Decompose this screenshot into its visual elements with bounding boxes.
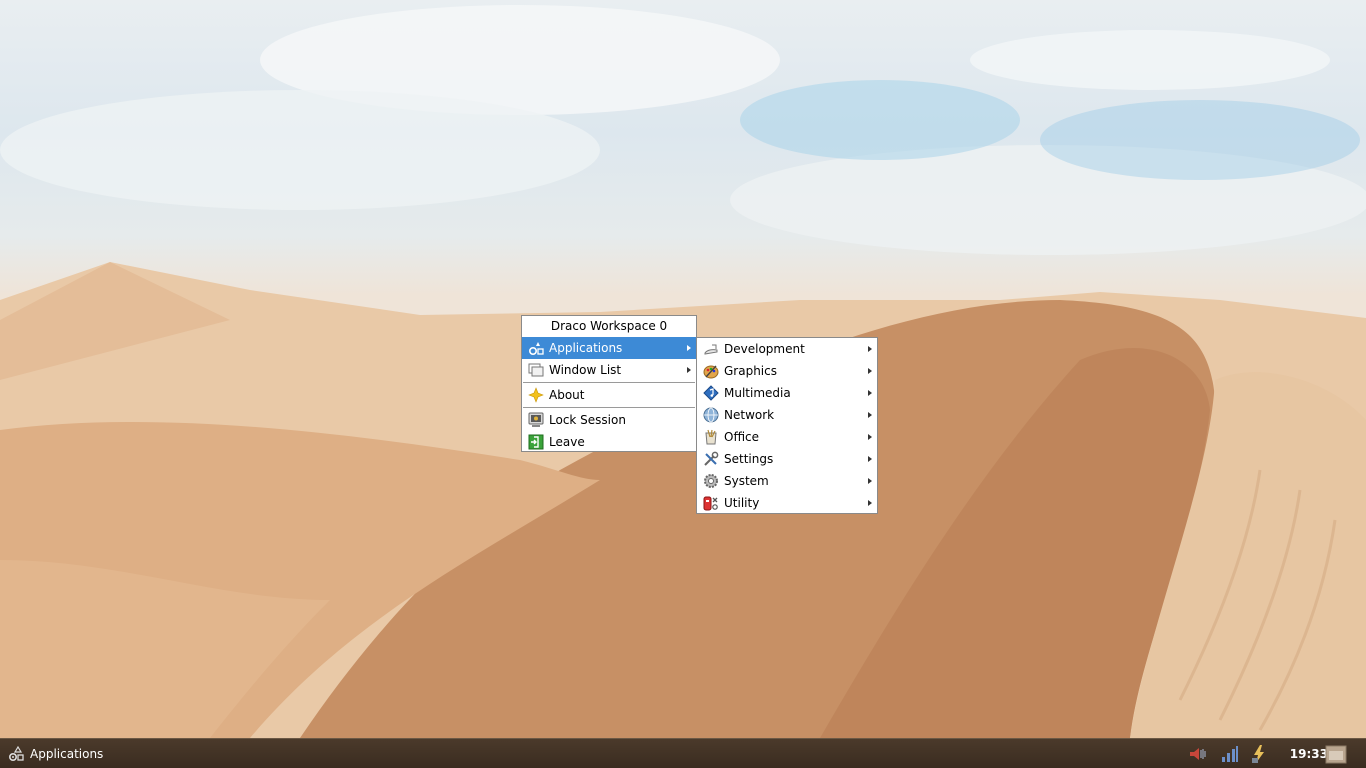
submenu-arrow-icon [868,346,872,352]
menu-item-multimedia[interactable]: Multimedia [697,382,877,404]
menu-separator [523,382,695,383]
menu-item-development[interactable]: Development [697,338,877,360]
menu-item-label: Office [724,430,760,444]
menu-item-label: Graphics [724,364,777,378]
submenu-arrow-icon [868,368,872,374]
utility-icon [703,496,718,511]
menu-item-label: Network [724,408,775,422]
submenu-arrow-icon [868,434,872,440]
settings-icon [704,451,719,466]
submenu-arrow-icon [868,500,872,506]
menu-item-office[interactable]: Office [697,426,877,448]
menu-item-window-list[interactable]: Window List [522,359,696,381]
menu-item-label: Development [724,342,805,356]
development-icon [704,344,718,355]
leave-icon [528,434,544,450]
submenu-arrow-icon [687,345,691,351]
applications-menu-button[interactable]: Applications [6,744,103,764]
about-star-icon [528,387,544,403]
submenu-arrow-icon [868,478,872,484]
graphics-icon [703,365,719,379]
menu-item-utility[interactable]: Utility [697,492,877,514]
menu-item-network[interactable]: Network [697,404,877,426]
menu-item-label: Leave [549,435,585,449]
menu-item-system[interactable]: System [697,470,877,492]
network-signal-icon[interactable] [1220,744,1240,764]
volume-icon[interactable] [1188,744,1208,764]
submenu-arrow-icon [868,390,872,396]
menu-item-applications[interactable]: Applications [522,337,696,359]
window-list-icon [528,363,544,377]
menu-item-label: Window List [549,363,622,377]
clock[interactable]: 19:33 [1290,739,1328,768]
submenu-arrow-icon [687,367,691,373]
menu-item-label: Applications [549,341,623,355]
applications-menu-label: Applications [30,747,104,761]
taskbar: Applications 19:33 [0,738,1366,768]
root-menu-title: Draco Workspace 0 [550,319,668,333]
multimedia-icon [703,385,719,401]
menu-item-label: Settings [724,452,774,466]
applications-icon [8,746,24,762]
submenu-arrow-icon [868,456,872,462]
menu-item-label: System [724,474,769,488]
network-icon [703,407,719,423]
menu-item-settings[interactable]: Settings [697,448,877,470]
menu-item-graphics[interactable]: Graphics [697,360,877,382]
menu-item-lock-session[interactable]: Lock Session [522,409,696,431]
office-icon [705,429,717,445]
menu-item-label: Lock Session [549,413,626,427]
submenu-arrow-icon [868,412,872,418]
show-desktop-icon[interactable] [1325,743,1347,765]
menu-item-label: Utility [724,496,760,510]
menu-item-label: About [549,388,585,402]
applications-icon [528,342,544,356]
menu-item-leave[interactable]: Leave [522,431,696,453]
power-icon[interactable] [1249,744,1269,764]
menu-item-label: Multimedia [724,386,791,400]
applications-submenu: Development Graphics Multimedia Network [696,337,878,514]
lock-session-icon [528,412,544,427]
menu-item-about[interactable]: About [522,384,696,406]
menu-separator [523,407,695,408]
root-menu: Draco Workspace 0 Applications Window Li… [521,315,697,452]
system-icon [704,474,718,488]
